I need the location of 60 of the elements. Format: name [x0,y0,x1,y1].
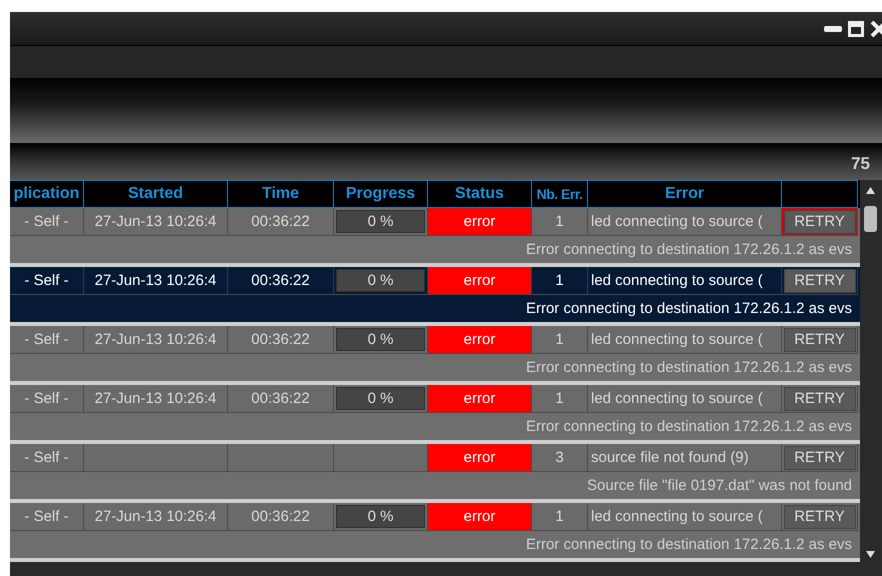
retry-button[interactable]: RETRY [784,446,856,470]
started-cell: 27-Jun-13 10:26:4 [94,390,216,407]
progress-bar: 0 % [336,210,425,233]
application-cell: - Self - [24,390,69,407]
error-cell: led connecting to source ( [591,331,763,348]
status-cell: error [428,385,532,413]
application-cell: - Self - [24,449,69,466]
error-cell: led connecting to source ( [591,508,763,525]
time-cell: 00:36:22 [251,390,310,407]
error-count-cell: 1 [555,272,564,289]
error-count-cell: 1 [555,508,564,525]
status-cell: error [428,267,532,295]
progress-bar: 0 % [336,387,425,410]
application-cell: - Self - [24,508,69,525]
error-detail: Source file "file 0197.dat" was not found [10,472,860,499]
error-count-cell: 1 [555,331,564,348]
application-cell: - Self - [24,213,69,230]
column-header[interactable]: Started [84,180,228,208]
progress-bar: 0 % [336,269,425,292]
retry-button[interactable]: RETRY [784,210,856,234]
time-cell: 00:36:22 [251,508,310,525]
scrollbar-thumb[interactable] [864,206,877,232]
error-cell: led connecting to source ( [591,390,763,407]
error-cell: source file not found (9) [591,449,749,466]
status-cell: error [428,444,532,472]
time-cell: 00:36:22 [251,213,310,230]
column-header[interactable]: Error [588,180,782,208]
error-cell: led connecting to source ( [591,213,763,230]
status-cell: error [428,503,532,531]
started-cell: 27-Jun-13 10:26:4 [94,331,216,348]
error-detail: Error connecting to destination 172.26.1.2 as evs [10,236,860,263]
started-cell: 27-Jun-13 10:26:4 [94,508,216,525]
application-cell: - Self - [24,272,69,289]
retry-button[interactable]: RETRY [784,386,856,410]
job-count: 75 [851,154,870,174]
status-cell: error [428,208,532,236]
retry-button[interactable]: RETRY [784,328,856,352]
close-icon[interactable] [870,20,882,38]
error-detail: Error connecting to destination 172.26.1.2 as evs [10,354,860,381]
error-count-cell: 1 [555,213,564,230]
scroll-up-icon[interactable] [865,186,876,195]
status-cell: error [428,326,532,354]
error-detail: Error connecting to destination 172.26.1.2 as evs [10,531,860,558]
application-cell: - Self - [24,331,69,348]
retry-button[interactable]: RETRY [784,504,856,528]
scroll-down-icon[interactable] [865,550,876,559]
error-cell: led connecting to source ( [591,272,763,289]
minimize-icon[interactable] [824,24,842,32]
progress-bar: 0 % [336,505,425,528]
time-cell: 00:36:22 [251,331,310,348]
retry-button[interactable]: RETRY [784,268,856,292]
error-count-cell: 3 [555,449,564,466]
started-cell: 27-Jun-13 10:26:4 [94,213,216,230]
error-detail: Error connecting to destination 172.26.1.2 as evs [10,295,860,322]
time-cell: 00:36:22 [251,272,310,289]
started-cell: 27-Jun-13 10:26:4 [94,272,216,289]
error-count-cell: 1 [555,390,564,407]
error-detail: Error connecting to destination 172.26.1.2 as evs [10,413,860,440]
progress-bar: 0 % [336,328,425,351]
maximize-icon[interactable] [848,20,864,36]
